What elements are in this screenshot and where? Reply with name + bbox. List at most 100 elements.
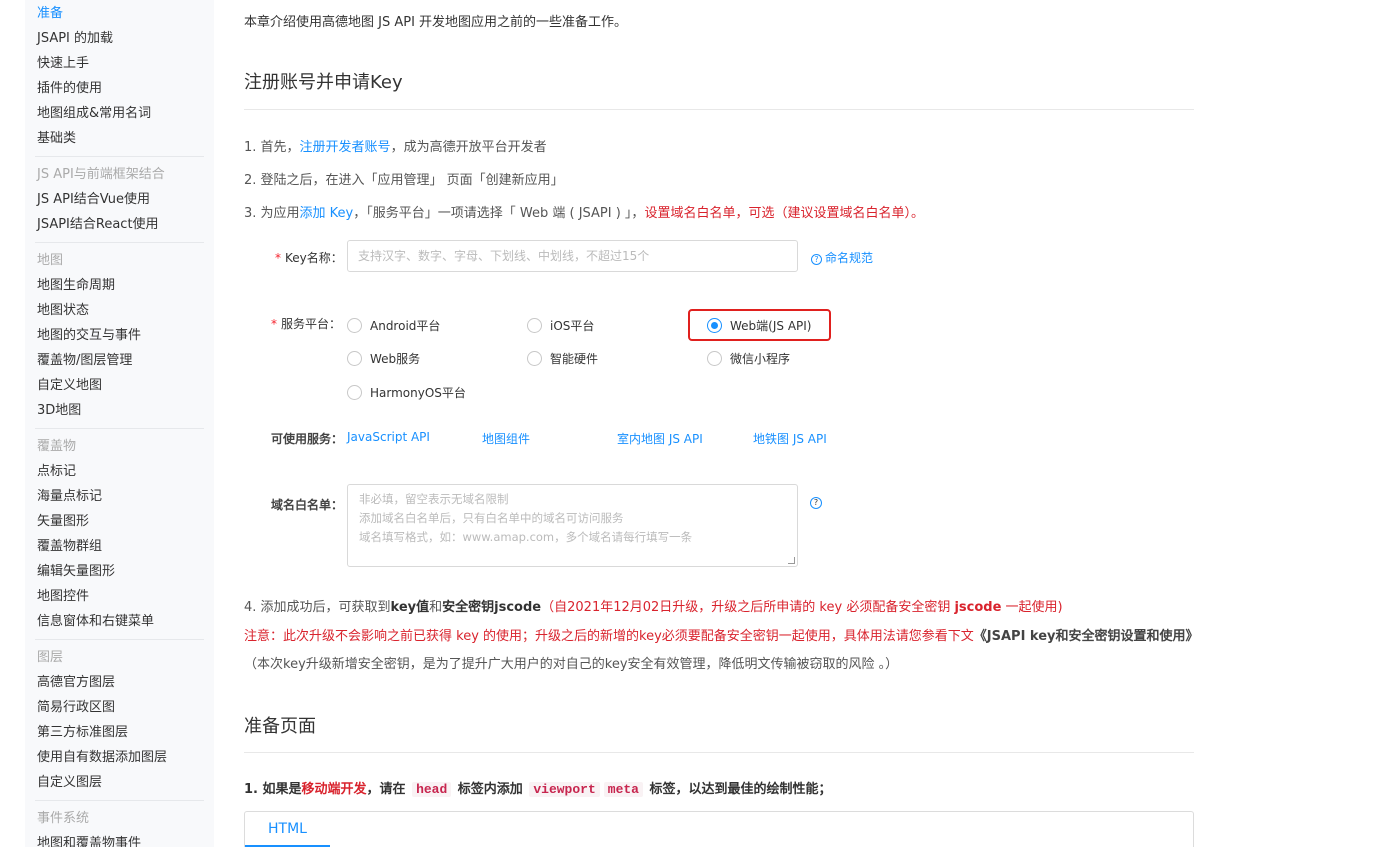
add-key-link[interactable]: 添加 Key xyxy=(300,206,354,221)
code-viewport: viewport xyxy=(529,782,600,797)
section-title-prepare-page: 准备页面 xyxy=(244,716,316,737)
sidebar-item-events[interactable]: 地图和覆盖物事件 xyxy=(25,831,214,847)
sidebar-item-lifecycle[interactable]: 地图生命周期 xyxy=(25,273,214,298)
sidebar-item-custom-layer[interactable]: 自定义图层 xyxy=(25,770,214,795)
key-name-input[interactable]: 支持汉字、数字、字母、下划线、中划线，不超过15个 xyxy=(347,240,798,272)
note-guide-link[interactable]: 《JSAPI key和安全密钥设置和使用》 xyxy=(974,629,1199,644)
service-subway-map[interactable]: 地铁图 JS API xyxy=(753,430,827,447)
sidebar-item-mass-marker[interactable]: 海量点标记 xyxy=(25,484,214,509)
domain-help-icon[interactable]: ? xyxy=(810,497,822,509)
prep-step-1: 1. 如果是移动端开发，请在 head 标签内添加 viewport meta 标… xyxy=(244,778,832,797)
sidebar-item-jsapi-load[interactable]: JSAPI 的加载 xyxy=(25,26,214,51)
sidebar-item-edit-vector[interactable]: 编辑矢量图形 xyxy=(25,559,214,584)
step-4-jscode: 安全密钥jscode xyxy=(442,600,542,615)
radio-circle-icon xyxy=(527,318,542,333)
main-content: 本章介绍使用高德地图 JS API 开发地图应用之前的一些准备工作。 注册账号并… xyxy=(244,0,1199,847)
step-4-red-jscode: jscode xyxy=(954,600,1002,615)
prep-mobile-dev: 移动端开发 xyxy=(301,782,367,797)
radio-wechat-mini[interactable]: 微信小程序 xyxy=(707,350,790,367)
radio-harmonyos[interactable]: HarmonyOS平台 xyxy=(347,384,466,401)
sidebar-item-third-party[interactable]: 第三方标准图层 xyxy=(25,720,214,745)
domain-whitelist-label: 域名白名单： xyxy=(271,498,344,512)
step-4-key: key值 xyxy=(390,600,430,615)
sidebar-item-district[interactable]: 简易行政区图 xyxy=(25,695,214,720)
sidebar-item-base-classes[interactable]: 基础类 xyxy=(25,126,214,151)
radio-circle-icon xyxy=(347,385,362,400)
radio-web-service[interactable]: Web服务 xyxy=(347,350,420,367)
service-indoor-map[interactable]: 室内地图 JS API xyxy=(617,430,703,447)
sidebar-group-title: 覆盖物 xyxy=(37,439,77,454)
sidebar-divider xyxy=(35,428,204,429)
step-3: 3. 为应用添加 Key，「服务平台」一项请选择「 Web 端 ( JSAPI … xyxy=(244,202,924,221)
sidebar-item-map-state[interactable]: 地图状态 xyxy=(25,298,214,323)
sidebar-item-infowindow[interactable]: 信息窗体和右键菜单 xyxy=(25,609,214,634)
radio-web-service-label: Web服务 xyxy=(370,352,421,366)
textarea-placeholder-line: 非必填，留空表示无域名限制 xyxy=(359,492,509,506)
sidebar-item-map-terms[interactable]: 地图组成&常用名词 xyxy=(25,101,214,126)
sidebar-divider xyxy=(35,156,204,157)
textarea-placeholder-line: 域名填写格式，如：www.amap.com，多个域名请每行填写一条 xyxy=(359,530,693,544)
radio-circle-icon xyxy=(707,351,722,366)
sidebar-item-prepare[interactable]: 准备 xyxy=(25,1,214,26)
sidebar-item-overlay-group[interactable]: 覆盖物群组 xyxy=(25,534,214,559)
sidebar-divider xyxy=(35,639,204,640)
sidebar-item-marker[interactable]: 点标记 xyxy=(25,459,214,484)
section-divider xyxy=(244,752,1194,753)
register-account-link[interactable]: 注册开发者账号 xyxy=(300,140,391,155)
service-map-component[interactable]: 地图组件 xyxy=(482,430,530,447)
platform-label: * 服务平台： xyxy=(271,317,342,331)
note-red: 注意：此次升级不会影响之前已获得 key 的使用；升级之后的新增的key必须要配… xyxy=(244,629,974,644)
sidebar-item-3d-map[interactable]: 3D地图 xyxy=(25,398,214,423)
prep-p3: 标签内添加 xyxy=(453,782,528,797)
sidebar-group-title: 图层 xyxy=(37,650,64,665)
platform-label-text: 服务平台： xyxy=(281,317,342,331)
intro-text: 本章介绍使用高德地图 JS API 开发地图应用之前的一些准备工作。 xyxy=(244,15,628,30)
naming-rule-link[interactable]: ? 命名规范 xyxy=(811,249,873,266)
code-block: HTML xyxy=(244,811,1194,847)
note-gray: （本次key升级新增安全密钥，是为了提升广大用户的对自己的key安全有效管理，降… xyxy=(244,657,899,672)
key-name-label-text: Key名称： xyxy=(285,251,343,265)
code-head: head xyxy=(412,782,452,797)
radio-wechat-mini-label: 微信小程序 xyxy=(730,352,791,366)
sidebar-group-title: 地图 xyxy=(37,253,64,268)
radio-ios[interactable]: iOS平台 xyxy=(527,317,594,334)
service-javascript-api[interactable]: JavaScript API xyxy=(347,430,430,444)
sidebar-item-overlay-manage[interactable]: 覆盖物/图层管理 xyxy=(25,348,214,373)
sidebar-item-plugins[interactable]: 插件的使用 xyxy=(25,76,214,101)
radio-android-label: Android平台 xyxy=(370,319,441,333)
sidebar-nav: 准备 JSAPI 的加载 快速上手 插件的使用 地图组成&常用名词 基础类 JS… xyxy=(25,0,214,847)
sidebar-item-own-data[interactable]: 使用自有数据添加图层 xyxy=(25,745,214,770)
prep-p2: ，请在 xyxy=(366,782,411,797)
sidebar-item-interaction[interactable]: 地图的交互与事件 xyxy=(25,323,214,348)
step-3-prefix: 3. 为应用 xyxy=(244,206,300,221)
step-3-whitelist-note: 设置域名白名单，可选（建议设置域名白名单）。 xyxy=(644,206,924,221)
tab-html[interactable]: HTML xyxy=(245,812,330,847)
step-1: 1. 首先，注册开发者账号，成为高德开放平台开发者 xyxy=(244,136,547,155)
sidebar-item-react[interactable]: JSAPI结合React使用 xyxy=(25,212,214,237)
sidebar-group-title: JS API与前端框架结合 xyxy=(37,167,165,182)
sidebar-item-vector[interactable]: 矢量图形 xyxy=(25,509,214,534)
radio-smart-hardware[interactable]: 智能硬件 xyxy=(527,350,598,367)
prep-p4: 标签，以达到最佳的绘制性能； xyxy=(644,782,832,797)
prep-p1: 1. 如果是 xyxy=(244,782,302,797)
step-4-and: 和 xyxy=(429,600,443,615)
radio-circle-icon xyxy=(347,318,362,333)
radio-harmonyos-label: HarmonyOS平台 xyxy=(370,386,466,400)
step-4-red-1: （自2021年12月02日升级，升级之后所申请的 key 必须配备安全密钥 xyxy=(541,600,955,615)
radio-circle-icon xyxy=(347,351,362,366)
question-icon: ? xyxy=(811,254,822,265)
sidebar-item-vue[interactable]: JS API结合Vue使用 xyxy=(25,187,214,212)
sidebar-item-quick-start[interactable]: 快速上手 xyxy=(25,51,214,76)
services-label: 可使用服务： xyxy=(271,432,344,446)
sidebar-item-official-layers[interactable]: 高德官方图层 xyxy=(25,670,214,695)
section-title-register: 注册账号并申请Key xyxy=(244,72,403,93)
sidebar-item-custom-map[interactable]: 自定义地图 xyxy=(25,373,214,398)
radio-android[interactable]: Android平台 xyxy=(347,317,440,334)
sidebar-item-controls[interactable]: 地图控件 xyxy=(25,584,214,609)
domain-whitelist-textarea[interactable]: 非必填，留空表示无域名限制 添加域名白名单后，只有白名单中的域名可访问服务 域名… xyxy=(347,484,798,567)
step-1-suffix: ，成为高德开放平台开发者 xyxy=(390,140,547,155)
resize-grip-icon[interactable] xyxy=(788,557,795,564)
sidebar-divider xyxy=(35,242,204,243)
step-3-middle: ，「服务平台」一项请选择「 Web 端 ( JSAPI ) 」， xyxy=(353,206,645,221)
textarea-placeholder-line: 添加域名白名单后，只有白名单中的域名可访问服务 xyxy=(359,511,624,525)
